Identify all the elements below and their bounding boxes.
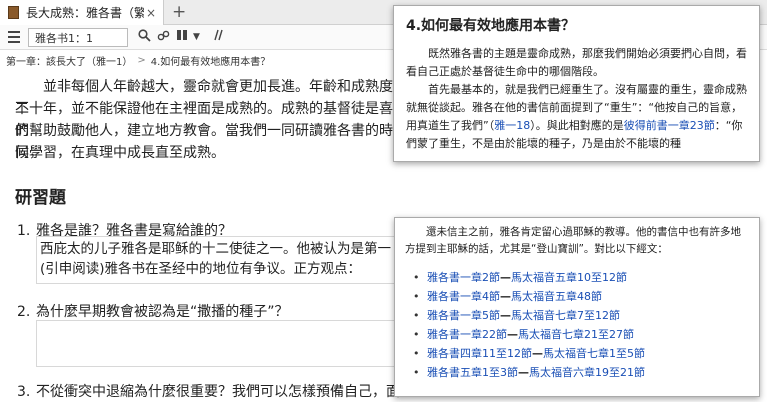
popup-paragraph: 既然雅各書的主題是靈命成熟，那麼我們開始必須要捫心自問，看看自己正處於基督徒生命… <box>406 47 747 78</box>
new-tab-button[interactable]: + <box>172 2 186 22</box>
book-icon <box>8 6 19 19</box>
link-icon[interactable] <box>157 29 170 45</box>
dropdown-icon[interactable]: ▼ <box>193 32 200 42</box>
tab-title: 長大成熟：雅各書（繁體） <box>26 6 144 20</box>
breadcrumb-chapter[interactable]: 第一章：該長大了（雅一1） <box>6 53 132 68</box>
popup-intro: 還未信主之前，雅各肯定留心過耶穌的教導。他的書信中也有許多地方提到主耶穌的話，尤… <box>405 226 741 255</box>
close-icon[interactable]: × <box>144 6 158 20</box>
section-heading: 研習題 <box>15 188 66 208</box>
para-line: 同學習，在真理中成長直至成熟。 <box>15 145 225 161</box>
reference-item: 雅各書一章5節—馬太福音七章7至12節 <box>405 306 749 325</box>
question-3: 3. 不從衝突中退縮為什麼很重要？我們可以怎樣預備自己，面對 <box>17 384 414 400</box>
reference-item: 雅各書五章1至3節—馬太福音六章19至21節 <box>405 363 749 382</box>
tab-active[interactable]: 長大成熟：雅各書（繁體） × <box>0 0 164 25</box>
reference-list: 雅各書一章2節—馬太福音五章10至12節 雅各書一章4節—馬太福音五章48節 雅… <box>405 268 749 382</box>
reference-item: 雅各書一章4節—馬太福音五章48節 <box>405 287 749 306</box>
question-2: 2. 為什麼早期教會被認為是“撒播的種子”？ <box>17 304 289 320</box>
reference-item: 雅各書一章22節—馬太福音七章21至27節 <box>405 325 749 344</box>
popup-cross-references: 還未信主之前，雅各肯定留心過耶穌的教導。他的書信中也有許多地方提到主耶穌的話，尤… <box>394 217 760 397</box>
popup-title: 4.如何最有效地應用本書？ <box>406 18 576 34</box>
parallel-icon[interactable] <box>212 29 224 44</box>
breadcrumb: 第一章：該長大了（雅一1） > 4.如何最有效地應用本書？ <box>0 50 270 70</box>
scripture-link[interactable]: 彼得前書一章23節 <box>624 119 715 132</box>
reference-item: 雅各書一章2節—馬太福音五章10至12節 <box>405 268 749 287</box>
breadcrumb-separator-icon: > <box>137 54 146 66</box>
scripture-link[interactable]: 雅一18 <box>494 119 530 132</box>
popup-section-preview: 4.如何最有效地應用本書？ 既然雅各書的主題是靈命成熟，那麼我們開始必須要捫心自… <box>393 5 760 162</box>
breadcrumb-section[interactable]: 4.如何最有效地應用本書？ <box>151 53 271 68</box>
menu-icon[interactable] <box>8 31 20 43</box>
answer-box-1[interactable]: 西庇太的儿子雅各是耶稣的十二使徒之一。他被认为是第一 (引申阅读)雅各书在圣经中… <box>36 236 421 284</box>
reference-item: 雅各書四章11至12節—馬太福音七章1至5節 <box>405 344 749 363</box>
columns-icon[interactable] <box>176 29 188 44</box>
answer-box-2[interactable] <box>36 320 421 367</box>
search-icon[interactable] <box>138 29 151 45</box>
reference-input[interactable] <box>28 28 128 47</box>
popup-paragraph: 首先最基本的，就是我們已經重生了。沒有屬靈的重生，靈命成熟就無從談起。雅各在他的… <box>406 83 747 150</box>
